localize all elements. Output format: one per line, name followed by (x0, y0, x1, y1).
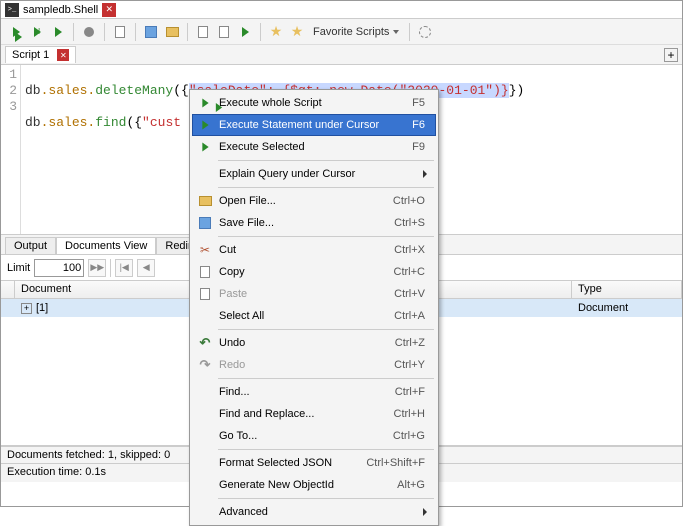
menu-item-find-and-replace-[interactable]: Find and Replace...Ctrl+H (192, 403, 436, 425)
menu-item-find-[interactable]: Find...Ctrl+F (192, 381, 436, 403)
menu-item-undo[interactable]: ↶UndoCtrl+Z (192, 332, 436, 354)
settings-button[interactable] (416, 23, 434, 41)
window-title: sampledb.Shell (23, 4, 98, 16)
next-page-button[interactable]: ▶▶ (88, 259, 106, 277)
close-script-icon[interactable]: ✕ (57, 49, 69, 61)
tab-output[interactable]: Output (5, 237, 56, 254)
execute-script-button[interactable] (7, 23, 25, 41)
script-tab-label: Script 1 (12, 49, 49, 61)
script-tab-1[interactable]: Script 1 ✕ (5, 46, 76, 63)
scis-icon: ✂ (195, 243, 215, 257)
menu-item-copy[interactable]: CopyCtrl+C (192, 261, 436, 283)
redo-icon: ↷ (195, 357, 215, 373)
col-type[interactable]: Type (572, 281, 682, 298)
first-button[interactable]: |◀ (115, 259, 133, 277)
undo-icon: ↶ (195, 335, 215, 351)
doc-cell: [1] (36, 302, 48, 314)
favorite-icon[interactable]: ★ (288, 23, 306, 41)
menu-item-execute-statement-under-cursor[interactable]: Execute Statement under CursorF6 (192, 114, 436, 136)
favorite-scripts-dropdown[interactable]: Favorite Scripts (309, 26, 403, 38)
paste-icon (195, 288, 215, 300)
type-cell: Document (572, 301, 682, 315)
limit-input[interactable] (34, 259, 84, 277)
expand-icon[interactable]: + (21, 303, 32, 314)
script-tabs: Script 1 ✕ + (1, 45, 682, 65)
menu-item-advanced[interactable]: Advanced (192, 501, 436, 523)
save-button[interactable] (142, 23, 160, 41)
menu-item-generate-new-objectid[interactable]: Generate New ObjectIdAlt+G (192, 474, 436, 496)
new-script-button[interactable]: + (664, 48, 678, 62)
menu-item-save-file-[interactable]: Save File...Ctrl+S (192, 212, 436, 234)
menu-item-execute-whole-script[interactable]: Execute whole ScriptF5 (192, 92, 436, 114)
add-favorite-button[interactable]: ★ (267, 23, 285, 41)
open-button[interactable] (163, 23, 181, 41)
docs-icon (195, 266, 215, 278)
context-menu: Execute whole ScriptF5Execute Statement … (189, 89, 439, 526)
line-gutter: 123 (1, 65, 21, 234)
menu-item-cut[interactable]: ✂CutCtrl+X (192, 239, 436, 261)
play-icon (195, 142, 215, 152)
main-toolbar: I ★ ★ Favorite Scripts (1, 19, 682, 45)
doc-button[interactable] (215, 23, 233, 41)
submenu-arrow-icon (423, 170, 427, 178)
run-button[interactable] (236, 23, 254, 41)
tab-documents-view[interactable]: Documents View (56, 237, 156, 254)
menu-item-open-file-[interactable]: Open File...Ctrl+O (192, 190, 436, 212)
menu-item-paste: PasteCtrl+V (192, 283, 436, 305)
close-tab-icon[interactable]: ✕ (102, 3, 116, 17)
title-bar: sampledb.Shell ✕ (1, 1, 682, 19)
shell-icon (5, 3, 19, 17)
edit-button[interactable] (194, 23, 212, 41)
folder-icon (195, 196, 215, 206)
menu-item-explain-query-under-cursor[interactable]: Explain Query under Cursor (192, 163, 436, 185)
menu-item-select-all[interactable]: Select AllCtrl+A (192, 305, 436, 327)
menu-item-go-to-[interactable]: Go To...Ctrl+G (192, 425, 436, 447)
menu-item-format-selected-json[interactable]: Format Selected JSONCtrl+Shift+F (192, 452, 436, 474)
limit-label: Limit (7, 262, 30, 274)
explain-button[interactable] (111, 23, 129, 41)
prev-button[interactable]: ◀ (137, 259, 155, 277)
menu-item-redo: ↷RedoCtrl+Y (192, 354, 436, 376)
play-dbl-icon (195, 98, 215, 108)
disk-icon (195, 217, 215, 229)
execute-statement-button[interactable]: I (28, 23, 46, 41)
submenu-arrow-icon (423, 508, 427, 516)
menu-item-execute-selected[interactable]: Execute SelectedF9 (192, 136, 436, 158)
execute-selected-button[interactable] (49, 23, 67, 41)
play-i-icon (195, 120, 215, 130)
stop-button[interactable] (80, 23, 98, 41)
